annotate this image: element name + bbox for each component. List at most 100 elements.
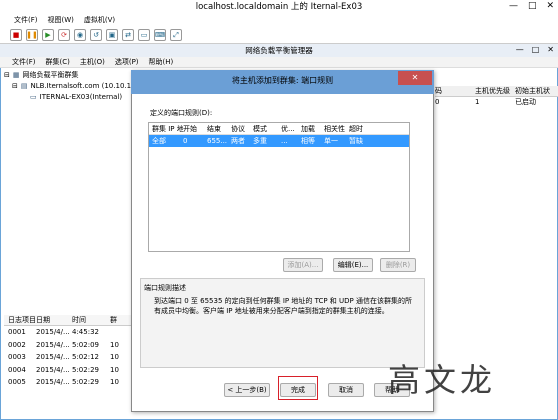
network-icon[interactable]: ⇄ — [122, 29, 134, 41]
tree-label: 网络负载平衡群集 — [22, 71, 79, 79]
menu-view[interactable]: 视图(W) — [48, 14, 74, 27]
cell: 0001 — [8, 328, 26, 336]
maximize-icon[interactable]: □ — [532, 45, 540, 54]
description-text: 到达端口 0 至 65535 的定向到任何群集 IP 地址的 TCP 和 UDP… — [154, 297, 412, 315]
collapse-icon[interactable]: ⊟ — [4, 70, 10, 81]
manage-snapshot-icon[interactable]: ▣ — [106, 29, 118, 41]
cluster-icon: ▤ — [20, 82, 28, 90]
close-icon[interactable]: ✕ — [398, 71, 432, 85]
nlb-window-title: 网络负载平衡管理器 — [0, 44, 558, 57]
console-icon[interactable]: ▭ — [138, 29, 150, 41]
reset-icon[interactable]: ⟳ — [58, 29, 70, 41]
column-header[interactable]: 开始 — [183, 123, 207, 134]
menu-host[interactable]: 主机(O) — [80, 57, 105, 67]
cell: 相等 — [301, 137, 315, 145]
edit-button[interactable]: 编辑(E)... — [333, 258, 373, 272]
add-button[interactable]: 添加(A)... — [283, 258, 323, 272]
column-header[interactable]: 结束 — [207, 123, 231, 134]
cluster-group-icon: ▦ — [12, 71, 20, 79]
back-button[interactable]: < 上一步(B) — [224, 383, 270, 397]
finish-highlight-box — [278, 376, 318, 400]
cell: 0 — [435, 98, 440, 106]
cell: 5:02:29 — [72, 378, 99, 386]
column-header[interactable]: 群集 IP 地址 — [149, 123, 183, 134]
column-header[interactable]: 日期 — [36, 315, 72, 325]
cell: 2015/4/... — [36, 328, 70, 336]
close-icon[interactable]: ✕ — [546, 1, 554, 11]
rules-label: 定义的端口规则(D): — [150, 109, 213, 117]
cell — [110, 326, 130, 339]
cell: 10 — [110, 365, 119, 374]
column-header[interactable]: 相关性 — [324, 123, 349, 134]
cell: 1 — [475, 98, 480, 106]
cancel-button[interactable]: 取消 — [328, 383, 364, 397]
menu-file[interactable]: 文件(F) — [14, 14, 38, 27]
cell: 0005 — [8, 378, 26, 386]
cell: 655... — [207, 137, 228, 145]
column-header[interactable]: 初始主机状 — [515, 86, 558, 96]
cell: ... — [281, 137, 288, 145]
description-title: 端口规则描述 — [144, 284, 186, 292]
send-keys-icon[interactable]: ⌨ — [154, 29, 166, 41]
column-header[interactable]: 模式 — [253, 123, 281, 134]
maximize-icon[interactable]: □ — [528, 1, 537, 11]
column-header[interactable]: 码 — [435, 86, 475, 96]
column-header[interactable]: 日志项目 — [4, 315, 36, 325]
column-header[interactable]: 加载 — [301, 123, 324, 134]
cell: 0002 — [8, 340, 26, 349]
revert-icon[interactable]: ↺ — [90, 29, 102, 41]
port-rules-table: 群集 IP 地址 开始 结束 协议 模式 优... 加载 相关性 超时 全部 0… — [148, 122, 410, 252]
column-header[interactable]: 超时 — [349, 123, 371, 134]
vm-window-title: localhost.localdomain 上的 Iternal-Ex03 — [0, 0, 558, 14]
log-row[interactable]: 0004 2015/4/... 5:02:29 10 — [4, 364, 136, 377]
log-row[interactable]: 0005 2015/4/... 5:02:29 10 — [4, 376, 136, 389]
menu-vm[interactable]: 虚拟机(V) — [84, 14, 115, 27]
cell: 0004 — [8, 365, 26, 374]
host-list-header: 码 主机优先级 初始主机状 — [435, 86, 558, 97]
column-header[interactable]: 优... — [281, 123, 301, 134]
nlb-menu-bar: 文件(F) 群集(C) 主机(O) 选项(P) 帮助(H) — [0, 57, 558, 68]
nlb-window-controls: — □ ✕ — [516, 45, 554, 54]
menu-cluster[interactable]: 群集(C) — [46, 57, 70, 67]
cell: 已启动 — [515, 98, 536, 106]
cell: 10 — [110, 353, 119, 361]
log-header: 日志项目 日期 时间 群 — [4, 315, 136, 326]
cell: 0003 — [8, 353, 26, 361]
rules-header: 群集 IP 地址 开始 结束 协议 模式 优... 加载 相关性 超时 — [149, 123, 409, 135]
snapshot-icon[interactable]: ◉ — [74, 29, 86, 41]
column-header[interactable]: 群 — [110, 315, 130, 325]
delete-button[interactable]: 删除(R) — [380, 258, 416, 272]
minimize-icon[interactable]: — — [516, 45, 524, 54]
cell: 10 — [110, 378, 119, 386]
log-row[interactable]: 0003 2015/4/... 5:02:12 10 — [4, 351, 136, 364]
stop-icon[interactable]: ■ — [10, 29, 22, 41]
column-header[interactable]: 时间 — [72, 315, 110, 325]
port-rule-row[interactable]: 全部 0 655... 两者 多重 ... 相等 单一 暂缺 — [149, 135, 409, 147]
cell: 多重 — [253, 137, 267, 145]
cell: 2015/4/... — [36, 353, 70, 361]
fullscreen-icon[interactable]: ⤢ — [170, 29, 182, 41]
log-row[interactable]: 0001 2015/4/... 4:45:32 — [4, 326, 136, 339]
cell: 2015/4/... — [36, 378, 70, 386]
pause-icon[interactable]: ❚❚ — [26, 29, 38, 41]
collapse-icon[interactable]: ⊟ — [12, 81, 18, 92]
column-header[interactable]: 协议 — [231, 123, 253, 134]
menu-options[interactable]: 选项(P) — [115, 57, 139, 67]
column-header[interactable]: 主机优先级 — [475, 86, 515, 96]
menu-file[interactable]: 文件(F) — [12, 57, 36, 67]
author-watermark: 高文龙 — [388, 361, 497, 399]
log-row[interactable]: 0002 2015/4/... 5:02:09 10 — [4, 339, 136, 352]
cell: 5:02:12 — [72, 353, 99, 361]
tree-label: NLB.Iternalsoft.com (10.10.1 — [30, 82, 132, 90]
tree-label: ITERNAL-EX03(Internal) — [39, 93, 123, 101]
cell: 2015/4/... — [36, 365, 70, 374]
menu-help[interactable]: 帮助(H) — [149, 57, 174, 67]
minimize-icon[interactable]: — — [509, 1, 518, 11]
host-list-row[interactable]: 0 1 已启动 — [435, 97, 558, 108]
cell: 暂缺 — [349, 137, 363, 145]
play-icon[interactable]: ▶ — [42, 29, 54, 41]
vm-window-controls: — □ ✕ — [509, 1, 554, 11]
close-icon[interactable]: ✕ — [547, 45, 554, 54]
cell: 两者 — [231, 137, 245, 145]
dialog-title: 将主机添加到群集: 端口规则 — [131, 70, 434, 94]
